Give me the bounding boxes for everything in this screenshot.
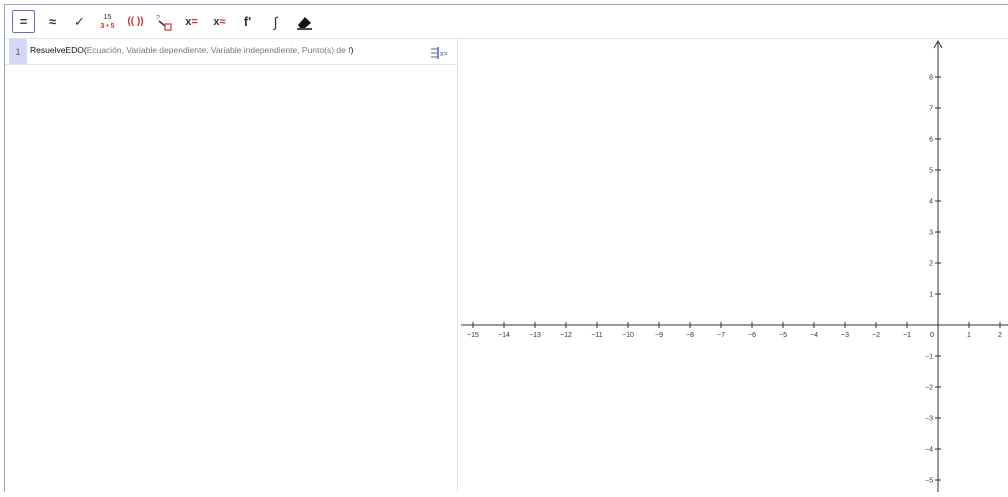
solve-button[interactable]: x= [180, 10, 203, 33]
x-tick-label: 1 [967, 332, 971, 339]
x-tick-label: −14 [498, 332, 510, 339]
integral-icon: ∫ [273, 13, 278, 30]
y-tick-label: 3 [929, 230, 933, 237]
x-tick-label: −6 [748, 332, 756, 339]
x-tick-label: −3 [841, 332, 849, 339]
y-tick-label: −4 [925, 447, 933, 454]
x-tick-label: −15 [467, 332, 479, 339]
expand-button[interactable]: (( )) [124, 10, 147, 33]
row-menu-icon: x= [431, 47, 448, 59]
x-tick-label: −2 [872, 332, 880, 339]
substitute-icon: ? [156, 15, 172, 31]
delete-button[interactable] [292, 10, 315, 33]
factor-bottom: 3 • 5 [100, 22, 115, 30]
algebra-view: 1 ResuelveEDO(Ecuación, Variable dependi… [5, 39, 458, 492]
y-tick-label: −5 [925, 478, 933, 485]
x-tick-label: 2 [998, 332, 1002, 339]
svg-text:x=: x= [440, 51, 448, 58]
row-number: 1 [9, 39, 27, 64]
evaluate-button[interactable]: = [12, 10, 35, 33]
x-tick-label: −1 [903, 332, 911, 339]
y-tick-label: −3 [925, 416, 933, 423]
eraser-icon [296, 16, 312, 30]
y-tick-label: −1 [925, 354, 933, 361]
factor-button[interactable]: 15 3 • 5 [96, 10, 119, 33]
y-ticks: 1 2 3 4 5 6 7 8 −1 −2 −3 −4 −5 [925, 75, 941, 485]
x-tick-label: −10 [622, 332, 634, 339]
y-tick-label: 1 [929, 292, 933, 299]
y-tick-label: 6 [929, 137, 933, 144]
equals-icon: = [19, 14, 28, 29]
y-tick-label: 4 [929, 199, 933, 206]
arg-points: Punto(s) de f [301, 45, 351, 55]
command-input[interactable]: ResuelveEDO(Ecuación, Variable dependien… [30, 45, 353, 55]
x-tick-label: −5 [779, 332, 787, 339]
approx-icon: ≈ [48, 14, 57, 29]
x-tick-label: −8 [686, 332, 694, 339]
arg-equation: Ecuación [86, 45, 122, 55]
solve-numeric-icon: x≈ [213, 15, 226, 28]
numeric-button[interactable]: ≈ [41, 10, 64, 33]
command-name: ResuelveEDO( [30, 45, 87, 55]
y-tick-label: 7 [929, 106, 933, 113]
derivative-button[interactable]: f' [236, 10, 259, 33]
row-menu-button[interactable]: x= [430, 45, 450, 61]
x-tick-label: −7 [717, 332, 725, 339]
y-tick-label: 5 [929, 168, 933, 175]
x-tick-label: −12 [560, 332, 572, 339]
x-tick-label: −9 [655, 332, 663, 339]
x-tick-label: 0 [930, 332, 934, 339]
graph-canvas[interactable]: −15 −14 −13 −12 −11 −10 −9 −8 −7 −6 −5 −4 −3 −2 −1 0 1 2 … [458, 39, 1008, 492]
y-tick-label: 2 [929, 261, 933, 268]
arg-dependent-variable: Variable dependiente [126, 45, 207, 55]
x-tick-label: −4 [810, 332, 818, 339]
checkmark-icon: ✓ [74, 13, 85, 29]
y-tick-label: −2 [925, 385, 933, 392]
y-tick-label: 8 [929, 75, 933, 82]
cas-toolbar: = ≈ ✓ 15 3 • 5 (( )) ? x= x≈ f' ∫ [5, 5, 1008, 39]
solve-icon: x= [185, 15, 198, 28]
input-row[interactable]: 1 ResuelveEDO(Ecuación, Variable dependi… [5, 39, 457, 65]
keep-input-button[interactable]: ✓ [68, 10, 91, 33]
factor-top: 15 [103, 13, 112, 21]
integral-button[interactable]: ∫ [264, 10, 287, 33]
solve-numeric-button[interactable]: x≈ [208, 10, 231, 33]
derivative-icon: f' [243, 14, 252, 29]
substitute-button[interactable]: ? [152, 10, 175, 33]
expand-icon: (( )) [127, 16, 144, 27]
graphics-view[interactable]: −15 −14 −13 −12 −11 −10 −9 −8 −7 −6 −5 −4 −3 −2 −1 0 1 2 … [458, 39, 1008, 492]
x-tick-label: −11 [591, 332, 602, 339]
arg-independent-variable: Variable independiente [210, 45, 298, 55]
x-tick-label: −13 [529, 332, 541, 339]
